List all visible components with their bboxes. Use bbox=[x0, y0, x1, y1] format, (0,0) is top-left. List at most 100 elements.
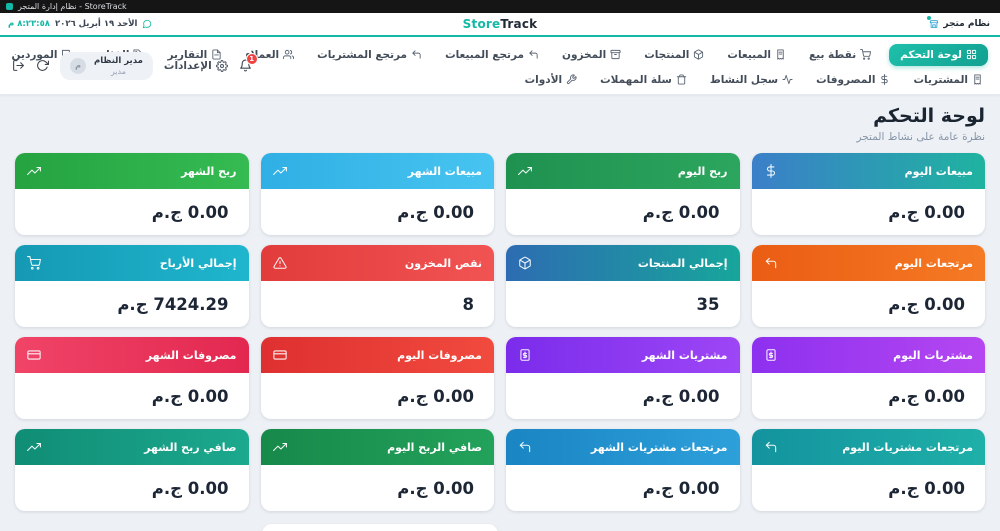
nav-item[interactable]: سلة المهملات bbox=[595, 70, 692, 90]
stat-card: إجمالي المنتجات 35 bbox=[506, 245, 740, 327]
stat-card-value: 35 bbox=[696, 294, 720, 314]
stat-card-body: 35 bbox=[506, 281, 740, 327]
stat-card-value: 0.00 ج.م bbox=[397, 202, 474, 222]
user-role: مدير bbox=[110, 66, 127, 76]
nav-item-label: المبيعات bbox=[727, 48, 771, 61]
stat-card-title: مبيعات الشهر bbox=[407, 164, 482, 178]
notification-badge: 1 bbox=[245, 53, 258, 65]
stat-card: مرتجعات مشتريات اليوم 0.00 ج.م bbox=[751, 429, 986, 511]
stat-card-body: 0.00 ج.م bbox=[506, 189, 740, 235]
nav-item[interactable]: المصروفات bbox=[811, 70, 895, 90]
window-titlebar: نظام إدارة المتجر - StoreTrack bbox=[0, 0, 1000, 13]
trending-icon bbox=[518, 164, 532, 178]
stat-card-body: 0.00 ج.م bbox=[261, 465, 495, 511]
package-icon bbox=[693, 49, 704, 60]
topbar: الأحد ١٩ أبريل ٢٠٢٦ ٨:٢٣:٥٨ م StoreTrack… bbox=[0, 13, 1000, 35]
nav-item[interactable]: سجل النشاط bbox=[705, 70, 798, 90]
stat-card-header: مرتجعات اليوم bbox=[751, 245, 985, 281]
receipt-icon bbox=[775, 49, 786, 60]
stat-card-title: صافي الربح اليوم bbox=[387, 440, 482, 454]
nav-item[interactable]: مرتجع المبيعات bbox=[440, 45, 544, 65]
current-date: الأحد ١٩ أبريل ٢٠٢٦ bbox=[54, 19, 138, 29]
window-title: نظام إدارة المتجر - StoreTrack bbox=[18, 1, 127, 11]
nav-item[interactable]: مرتجع المشتريات bbox=[312, 45, 427, 65]
stat-card-title: مرتجعات مشتريات الشهر bbox=[590, 440, 728, 454]
stats-grid: مبيعات اليوم 0.00 ج.م ربح اليوم 0.00 ج.م مبي… bbox=[15, 153, 985, 511]
activity-icon bbox=[782, 74, 793, 85]
stat-card: ربح الشهر 0.00 ج.م bbox=[15, 153, 249, 235]
stat-card: مشتريات الشهر 0.00 ج.م bbox=[506, 337, 740, 419]
nav-item-label: مرتجع المبيعات bbox=[445, 48, 525, 61]
stat-card-title: مرتجعات مشتريات اليوم bbox=[842, 440, 973, 454]
nav-item[interactable]: المبيعات bbox=[722, 45, 791, 65]
stat-card-title: مشتريات الشهر bbox=[641, 348, 728, 362]
receipt-dollar-icon bbox=[764, 348, 778, 362]
stat-card-header: مرتجعات مشتريات اليوم bbox=[751, 429, 985, 465]
user-chip[interactable]: مدير النظام مدير م bbox=[60, 51, 153, 80]
stat-card-value: 8 bbox=[462, 294, 474, 314]
stat-card-header: مصروفات اليوم bbox=[260, 337, 494, 373]
stat-card: مبيعات الشهر 0.00 ج.م bbox=[260, 153, 495, 235]
nav-row-2: المشتريات المصروفات سجل النشاط سلة المهملات… bbox=[250, 67, 988, 92]
bell-icon[interactable]: 1 bbox=[239, 53, 258, 72]
stat-card: مصروفات الشهر 0.00 ج.م bbox=[15, 337, 249, 419]
stat-card-title: ربح اليوم bbox=[677, 164, 728, 178]
stat-card-title: إجمالي المنتجات bbox=[637, 256, 728, 270]
stat-card-header: مبيعات الشهر bbox=[260, 153, 494, 189]
nav-item-settings[interactable]: الإعدادات bbox=[163, 59, 228, 72]
nav-item[interactable]: الأدوات bbox=[520, 70, 582, 90]
wallet-icon bbox=[272, 348, 287, 362]
refresh-icon[interactable] bbox=[36, 59, 49, 72]
stat-card-title: صافي ربح الشهر bbox=[144, 440, 237, 454]
stat-card: إجمالي الأرباح 7424.29 ج.م bbox=[15, 245, 249, 327]
user-name: مدير النظام bbox=[94, 55, 143, 66]
settings-label: الإعدادات bbox=[163, 59, 212, 72]
stat-card-value: 0.00 ج.م bbox=[888, 294, 965, 314]
nav-item-label: المشتريات bbox=[913, 73, 968, 86]
stat-card-body: 0.00 ج.م bbox=[261, 189, 495, 235]
stat-card-value: 0.00 ج.م bbox=[888, 202, 965, 222]
nav-item-label: لوحة التحكم bbox=[900, 48, 962, 61]
stat-card: مصروفات اليوم 0.00 ج.م bbox=[260, 337, 494, 419]
nav-item-label: الأدوات bbox=[524, 73, 563, 86]
stat-card-title: مرتجعات اليوم bbox=[894, 256, 973, 270]
datetime-group: الأحد ١٩ أبريل ٢٠٢٦ ٨:٢٣:٥٨ م bbox=[8, 13, 152, 35]
user-controls: 1 الإعدادات مدير النظام مدير م bbox=[12, 51, 258, 80]
nav-item-label: المصروفات bbox=[816, 73, 876, 86]
page-subtitle: نظرة عامة على نشاط المتجر bbox=[856, 131, 985, 143]
nav-item[interactable]: المنتجات bbox=[639, 45, 709, 65]
stat-card-header: مبيعات اليوم bbox=[751, 153, 985, 189]
nav-item[interactable]: المشتريات bbox=[908, 70, 988, 90]
next-row-card-partial bbox=[262, 524, 498, 531]
avatar: م bbox=[70, 57, 86, 74]
stat-card-header: إجمالي المنتجات bbox=[506, 245, 740, 281]
nav-item[interactable]: نقطة بيع bbox=[804, 45, 876, 65]
logout-icon[interactable] bbox=[12, 59, 25, 72]
logo-track-part: Track bbox=[500, 17, 538, 31]
stat-card-title: مبيعات اليوم bbox=[904, 164, 973, 178]
cart-icon bbox=[860, 49, 872, 60]
stat-card: مبيعات اليوم 0.00 ج.م bbox=[751, 153, 985, 235]
nav-item-label: سلة المهملات bbox=[600, 73, 672, 86]
main-content: لوحة التحكم نظرة عامة على نشاط المتجر مب… bbox=[0, 95, 1000, 511]
undo-icon bbox=[528, 49, 539, 60]
stat-card: نقص المخزون 8 bbox=[260, 245, 494, 327]
stat-card: مشتريات اليوم 0.00 ج.م bbox=[751, 337, 986, 419]
current-time: ٨:٢٣:٥٨ م bbox=[8, 19, 50, 29]
stat-card-header: ربح اليوم bbox=[506, 153, 740, 189]
stat-card-title: مشتريات اليوم bbox=[893, 348, 973, 362]
stat-card-body: 0.00 ج.م bbox=[752, 465, 986, 511]
trending-icon bbox=[27, 164, 41, 178]
app-logo: StoreTrack bbox=[463, 17, 538, 31]
trash-icon bbox=[676, 74, 687, 85]
stat-card-header: مشتريات اليوم bbox=[751, 337, 985, 373]
nav-item[interactable]: لوحة التحكم bbox=[889, 43, 988, 66]
stat-card-header: مشتريات الشهر bbox=[506, 337, 740, 373]
stat-card-body: 0.00 ج.م bbox=[752, 373, 986, 419]
undo-icon bbox=[764, 440, 778, 454]
stat-card-value: 0.00 ج.م bbox=[397, 478, 474, 498]
stat-card-header: صافي ربح الشهر bbox=[15, 429, 249, 465]
stat-card-value: 0.00 ج.م bbox=[642, 202, 720, 222]
stat-card-title: ربح الشهر bbox=[181, 164, 237, 178]
nav-item[interactable]: المخزون bbox=[557, 45, 626, 65]
